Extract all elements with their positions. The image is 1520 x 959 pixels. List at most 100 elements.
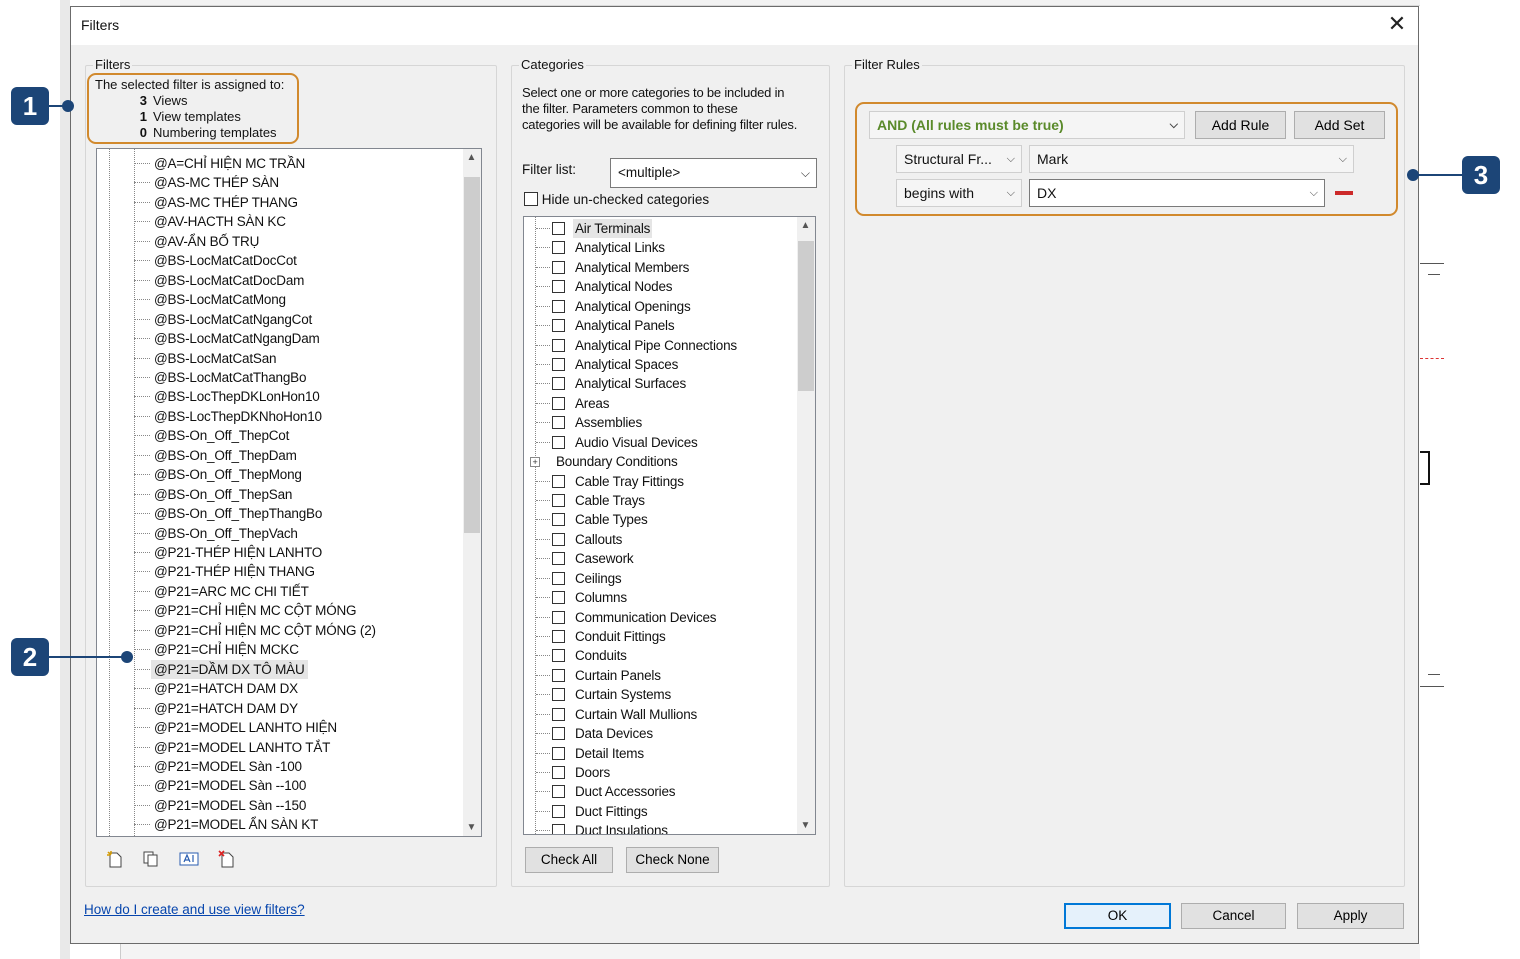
- category-checkbox[interactable]: [552, 222, 565, 235]
- close-icon[interactable]: ✕: [1386, 11, 1408, 37]
- category-checkbox[interactable]: [552, 571, 565, 585]
- filter-item[interactable]: @BS-On_Off_ThepVach: [97, 524, 465, 543]
- filter-item[interactable]: @AV-ẨN BỐ TRỤ: [97, 232, 465, 251]
- category-item[interactable]: Conduits: [524, 646, 796, 665]
- help-link[interactable]: How do I create and use view filters?: [84, 902, 305, 917]
- expand-icon[interactable]: +: [530, 457, 540, 468]
- hide-unchecked-checkbox[interactable]: [524, 192, 538, 206]
- category-item[interactable]: Audio Visual Devices: [524, 433, 796, 452]
- category-item[interactable]: Analytical Links: [524, 238, 796, 257]
- cancel-button[interactable]: Cancel: [1181, 903, 1286, 929]
- category-checkbox[interactable]: [552, 241, 565, 255]
- category-item[interactable]: Analytical Openings: [524, 297, 796, 316]
- category-checkbox[interactable]: [552, 707, 565, 721]
- rename-filter-icon[interactable]: [179, 850, 199, 870]
- category-checkbox[interactable]: [552, 785, 565, 799]
- apply-button[interactable]: Apply: [1297, 903, 1404, 929]
- category-item[interactable]: Callouts: [524, 530, 796, 549]
- filter-item[interactable]: @BS-LocMatCatDocDam: [97, 271, 465, 290]
- category-checkbox[interactable]: [552, 513, 565, 527]
- category-item[interactable]: Cable Types: [524, 510, 796, 529]
- category-item[interactable]: Analytical Pipe Connections: [524, 336, 796, 355]
- filter-item[interactable]: @BS-On_Off_ThepSan: [97, 485, 465, 504]
- filter-item[interactable]: @P21=MODEL Sàn --100: [97, 776, 465, 795]
- scroll-thumb[interactable]: [798, 241, 814, 391]
- category-item[interactable]: Analytical Nodes: [524, 277, 796, 296]
- filter-item[interactable]: @P21=CHỈ HIỆN MC CỘT MÓNG (2): [97, 621, 465, 640]
- category-item[interactable]: Analytical Spaces: [524, 355, 796, 374]
- category-checkbox[interactable]: [552, 824, 565, 834]
- check-all-button[interactable]: Check All: [525, 847, 613, 873]
- scroll-down-icon[interactable]: ▼: [797, 817, 814, 834]
- filter-item[interactable]: @BS-LocMatCatThangBo: [97, 368, 465, 387]
- filters-tree[interactable]: @A=CHỈ HIỆN MC TRẦN @AS-MC THÉP SÀN @AS-MC…: [96, 148, 482, 837]
- category-checkbox[interactable]: [552, 688, 565, 702]
- filter-item[interactable]: @P21-SEC DETAIL DX: [97, 835, 465, 836]
- category-item[interactable]: Duct Insulations: [524, 821, 796, 834]
- category-checkbox[interactable]: [552, 338, 565, 352]
- scroll-down-icon[interactable]: ▼: [463, 819, 480, 836]
- category-checkbox[interactable]: [552, 474, 565, 488]
- filter-item[interactable]: @BS-On_Off_ThepCot: [97, 426, 465, 445]
- filter-item[interactable]: @BS-On_Off_ThepMong: [97, 465, 465, 484]
- filter-item[interactable]: @P21=MODEL Sàn -100: [97, 757, 465, 776]
- filter-item[interactable]: @P21-THÉP HIỆN LANHTO: [97, 543, 465, 562]
- category-checkbox[interactable]: [552, 396, 565, 410]
- filter-list-dropdown[interactable]: <multiple> ⌵: [610, 158, 817, 188]
- scroll-up-icon[interactable]: ▲: [463, 149, 480, 166]
- category-item[interactable]: Conduit Fittings: [524, 627, 796, 646]
- filter-item[interactable]: @BS-LocMatCatNgangDam: [97, 329, 465, 348]
- category-checkbox[interactable]: [552, 280, 565, 294]
- category-item[interactable]: Cable Tray Fittings: [524, 472, 796, 491]
- filter-item[interactable]: @P21=MODEL LANHTO HIỆN: [97, 718, 465, 737]
- category-checkbox[interactable]: [552, 494, 565, 508]
- category-item[interactable]: Analytical Panels: [524, 316, 796, 335]
- filter-item[interactable]: @BS-On_Off_ThepThangBo: [97, 504, 465, 523]
- filter-item[interactable]: @BS-LocMatCatMong: [97, 290, 465, 309]
- category-item[interactable]: Communication Devices: [524, 608, 796, 627]
- category-item[interactable]: Air Terminals: [524, 219, 796, 238]
- filter-item[interactable]: @BS-LocThepDKLonHon10: [97, 387, 465, 406]
- category-checkbox[interactable]: [552, 260, 565, 274]
- hide-unchecked-option[interactable]: Hide un-checked categories: [524, 192, 709, 207]
- filter-item[interactable]: @AS-MC THÉP THANG: [97, 193, 465, 212]
- filter-item[interactable]: @P21=MODEL ẨN SÀN KT: [97, 815, 465, 834]
- filter-item[interactable]: @P21=CHỈ HIỆN MC CỘT MÓNG: [97, 601, 465, 620]
- filter-item[interactable]: @P21=HATCH DAM DX: [97, 679, 465, 698]
- category-checkbox[interactable]: [552, 416, 565, 430]
- category-checkbox[interactable]: [552, 804, 565, 818]
- filter-item[interactable]: @BS-LocMatCatSan: [97, 349, 465, 368]
- filters-scrollbar[interactable]: ▲ ▼: [463, 149, 481, 836]
- category-item[interactable]: + Boundary Conditions: [524, 452, 796, 471]
- delete-filter-icon[interactable]: [217, 850, 237, 870]
- scroll-thumb[interactable]: [464, 177, 480, 533]
- category-item[interactable]: Columns: [524, 588, 796, 607]
- filter-item[interactable]: @BS-LocMatCatNgangCot: [97, 310, 465, 329]
- filter-item[interactable]: @P21=ARC MC CHI TIẾT: [97, 582, 465, 601]
- categories-tree[interactable]: Air Terminals Analytical Links Analytical …: [523, 216, 816, 835]
- category-item[interactable]: Analytical Members: [524, 258, 796, 277]
- filter-item[interactable]: @P21-THÉP HIỆN THANG: [97, 562, 465, 581]
- category-checkbox[interactable]: [552, 377, 565, 391]
- category-item[interactable]: Analytical Surfaces: [524, 374, 796, 393]
- category-checkbox[interactable]: [552, 319, 565, 333]
- filter-item[interactable]: @P21=CHỈ HIỆN MCKC: [97, 640, 465, 659]
- category-checkbox[interactable]: [552, 766, 565, 780]
- category-checkbox[interactable]: [552, 630, 565, 644]
- filter-item[interactable]: @BS-On_Off_ThepDam: [97, 446, 465, 465]
- category-checkbox[interactable]: [552, 358, 565, 371]
- duplicate-filter-icon[interactable]: [141, 850, 161, 870]
- category-checkbox[interactable]: [552, 610, 565, 624]
- category-checkbox[interactable]: [552, 649, 565, 663]
- check-none-button[interactable]: Check None: [626, 847, 719, 873]
- category-item[interactable]: Assemblies: [524, 413, 796, 432]
- category-item[interactable]: Detail Items: [524, 744, 796, 763]
- category-item[interactable]: Areas: [524, 394, 796, 413]
- new-filter-icon[interactable]: [105, 850, 125, 870]
- category-checkbox[interactable]: [552, 299, 565, 313]
- category-checkbox[interactable]: [552, 552, 565, 566]
- categories-scrollbar[interactable]: ▲ ▼: [797, 217, 815, 834]
- filter-item[interactable]: @AS-MC THÉP SÀN: [97, 173, 465, 192]
- ok-button[interactable]: OK: [1064, 903, 1171, 929]
- filter-item[interactable]: @BS-LocThepDKNhoHon10: [97, 407, 465, 426]
